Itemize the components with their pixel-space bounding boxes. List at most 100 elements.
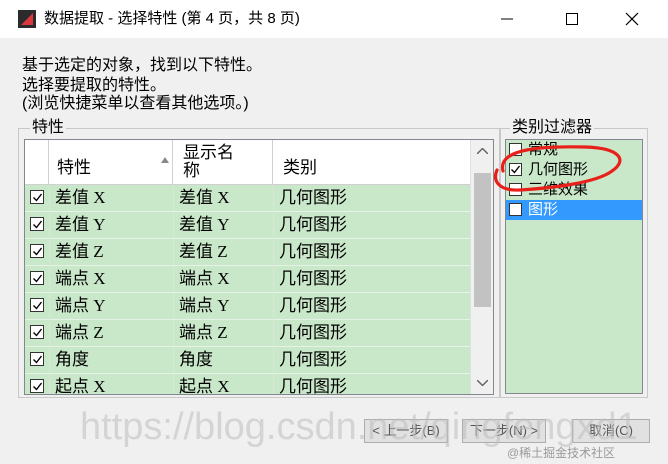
- cell-category: 几何图形: [279, 323, 347, 342]
- properties-group-label: 特性: [30, 119, 67, 137]
- cell-display-name: 端点 Z: [179, 323, 228, 342]
- scroll-up-icon[interactable]: [477, 148, 488, 154]
- cell-property: 差值 X: [55, 188, 106, 207]
- column-divider: [273, 374, 274, 394]
- scroll-thumb[interactable]: [474, 173, 491, 307]
- filter-item-label: 几何图形: [528, 162, 589, 178]
- cell-display-name: 角度: [179, 350, 213, 369]
- column-divider: [173, 374, 174, 394]
- column-divider: [49, 320, 50, 347]
- header-property-label: 特性: [57, 158, 91, 177]
- check-icon: [33, 274, 43, 283]
- intro-line-1: 基于选定的对象，找到以下特性。: [22, 57, 263, 74]
- row-checkbox[interactable]: [30, 298, 44, 312]
- row-checkbox[interactable]: [30, 325, 44, 339]
- header-category[interactable]: 类别: [273, 140, 470, 184]
- table-row[interactable]: 差值 X 差值 X 几何图形: [25, 185, 470, 212]
- column-divider: [173, 239, 174, 266]
- minimize-button[interactable]: [484, 0, 530, 38]
- cell-display-name: 差值 Z: [179, 242, 228, 261]
- row-checkbox[interactable]: [30, 379, 44, 393]
- table-row[interactable]: 角度 角度 几何图形: [25, 347, 470, 374]
- filter-item-3d-effects[interactable]: 三维效果: [506, 180, 642, 200]
- column-divider: [273, 212, 274, 239]
- filter-item-general[interactable]: 常规: [506, 140, 642, 160]
- row-checkbox[interactable]: [30, 244, 44, 258]
- table-row[interactable]: 差值 Z 差值 Z 几何图形: [25, 239, 470, 266]
- properties-grid[interactable]: 特性 显示名 称 类别 差值 X 差值 X 几何图形 差值 Y 差值 Y 几何图形 差值 Z…: [24, 139, 494, 395]
- close-button[interactable]: [609, 0, 655, 38]
- filter-item-geometry[interactable]: 几何图形: [506, 160, 642, 180]
- cell-display-name: 端点 Y: [179, 296, 230, 315]
- header-display-name-line2: 称: [183, 161, 200, 180]
- row-checkbox[interactable]: [30, 271, 44, 285]
- filter-geometry-checkbox[interactable]: [509, 163, 522, 176]
- cell-category: 几何图形: [279, 188, 347, 207]
- table-row[interactable]: 端点 X 端点 X 几何图形: [25, 266, 470, 293]
- table-row[interactable]: 差值 Y 差值 Y 几何图形: [25, 212, 470, 239]
- header-property[interactable]: 特性: [49, 140, 173, 184]
- filter-item-label: 三维效果: [528, 182, 589, 198]
- column-divider: [273, 347, 274, 374]
- check-icon: [33, 193, 43, 202]
- cell-property: 端点 Z: [55, 323, 104, 342]
- filter-item-label: 图形: [528, 202, 559, 218]
- column-divider: [273, 266, 274, 293]
- column-divider: [49, 239, 50, 266]
- cell-category: 几何图形: [279, 215, 347, 234]
- column-divider: [273, 320, 274, 347]
- url-watermark: https://blog.csdn.net/qingfengxd1: [80, 406, 638, 448]
- header-display-name[interactable]: 显示名 称: [173, 140, 273, 184]
- row-checkbox[interactable]: [30, 190, 44, 204]
- minimize-icon: [501, 18, 513, 20]
- column-divider: [173, 320, 174, 347]
- cell-display-name: 差值 Y: [179, 215, 230, 234]
- column-divider: [49, 347, 50, 374]
- column-divider: [173, 293, 174, 320]
- category-filter-list[interactable]: 常规 几何图形 三维效果 图形: [505, 139, 643, 394]
- close-icon: [625, 12, 639, 26]
- filter-item-graphics[interactable]: 图形: [506, 200, 642, 220]
- title-bar: 数据提取 - 选择特性 (第 4 页，共 8 页): [0, 0, 668, 38]
- row-checkbox[interactable]: [30, 352, 44, 366]
- check-icon: [33, 220, 43, 229]
- row-checkbox[interactable]: [30, 217, 44, 231]
- cell-category: 几何图形: [279, 242, 347, 261]
- header-category-label: 类别: [283, 158, 317, 177]
- vertical-scrollbar[interactable]: [470, 140, 493, 394]
- cell-property: 角度: [55, 350, 89, 369]
- cell-category: 几何图形: [279, 377, 347, 395]
- credit-watermark: @稀土掘金技术社区: [507, 446, 616, 460]
- table-row[interactable]: 端点 Z 端点 Z 几何图形: [25, 320, 470, 347]
- maximize-icon: [566, 13, 578, 25]
- check-icon: [33, 328, 43, 337]
- window-title: 数据提取 - 选择特性 (第 4 页，共 8 页): [44, 10, 300, 27]
- column-divider: [49, 185, 50, 212]
- table-row[interactable]: 端点 Y 端点 Y 几何图形: [25, 293, 470, 320]
- filter-3d-effects-checkbox[interactable]: [509, 183, 522, 196]
- maximize-button[interactable]: [549, 0, 595, 38]
- cell-property: 端点 Y: [55, 296, 106, 315]
- check-icon: [33, 301, 43, 310]
- column-divider: [273, 185, 274, 212]
- column-divider: [173, 212, 174, 239]
- filter-graphics-checkbox[interactable]: [509, 203, 522, 216]
- check-icon: [33, 355, 43, 364]
- cell-display-name: 端点 X: [179, 269, 230, 288]
- column-divider: [49, 212, 50, 239]
- header-check-column[interactable]: [25, 140, 49, 184]
- check-icon: [33, 382, 43, 391]
- cell-property: 端点 X: [55, 269, 106, 288]
- intro-line-3: (浏览快捷菜单以查看其他选项。): [22, 95, 249, 112]
- intro-line-2: 选择要提取的特性。: [22, 77, 167, 94]
- cell-display-name: 起点 X: [179, 377, 230, 395]
- cell-category: 几何图形: [279, 269, 347, 288]
- table-row[interactable]: 起点 X 起点 X 几何图形: [25, 374, 470, 395]
- check-icon: [511, 165, 521, 174]
- check-icon: [33, 247, 43, 256]
- cell-property: 差值 Y: [55, 215, 106, 234]
- column-divider: [173, 266, 174, 293]
- scroll-down-icon[interactable]: [477, 380, 488, 386]
- grid-header: 特性 显示名 称 类别: [25, 140, 470, 185]
- filter-general-checkbox[interactable]: [509, 143, 522, 156]
